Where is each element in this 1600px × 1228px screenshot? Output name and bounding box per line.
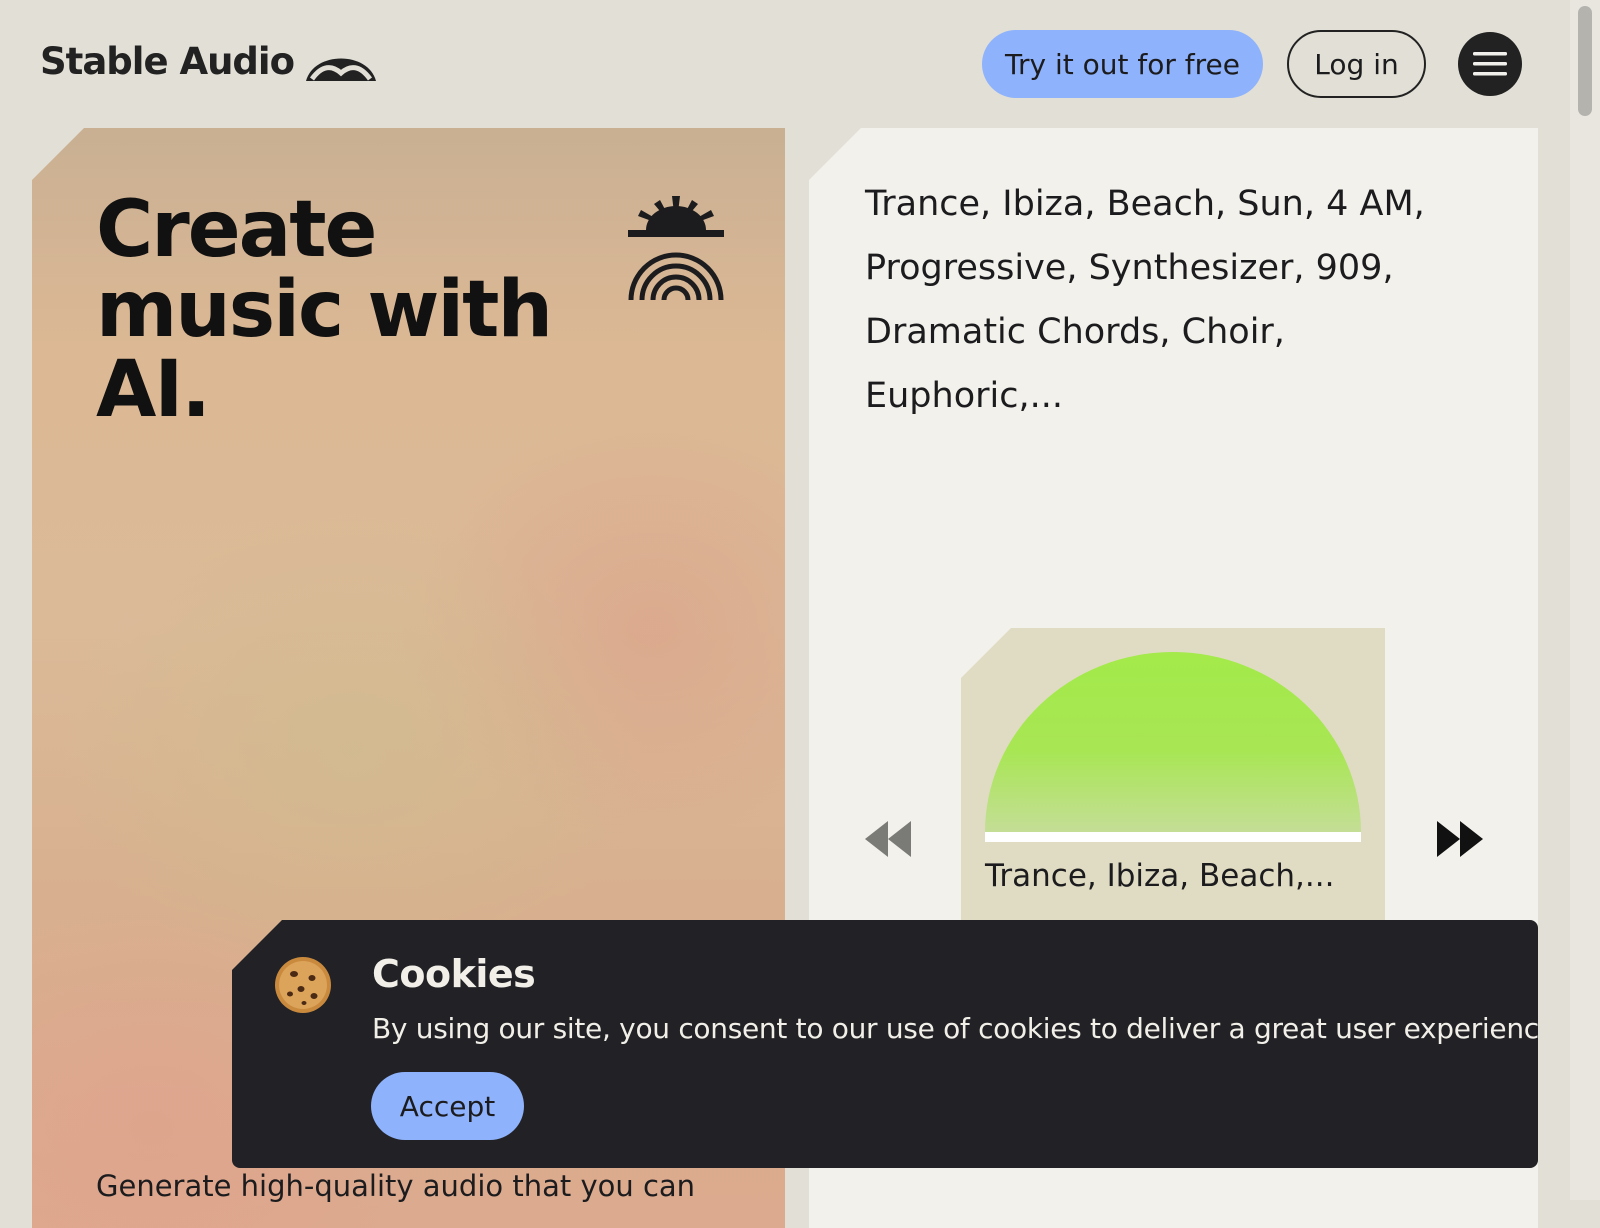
track-progress-bar[interactable]	[985, 832, 1361, 842]
try-free-button[interactable]: Try it out for free	[982, 30, 1263, 98]
hero-subtitle: Generate high-quality audio that you can	[96, 1169, 696, 1203]
rewind-icon	[865, 821, 911, 857]
cookie-text: By using our site, you consent to our us…	[372, 1012, 1565, 1045]
cookie-title: Cookies	[372, 952, 536, 996]
logo[interactable]: Stable Audio	[40, 40, 378, 83]
menu-button[interactable]	[1458, 32, 1522, 96]
cookie-icon	[275, 957, 331, 1013]
login-button[interactable]: Log in	[1287, 30, 1426, 98]
scrollbar-thumb[interactable]	[1578, 6, 1592, 116]
scrollbar[interactable]	[1570, 0, 1600, 1200]
site-header: Stable Audio Try it out for free Log in	[0, 0, 1570, 128]
accept-cookies-button[interactable]: Accept	[371, 1072, 524, 1140]
logo-mark-icon	[306, 58, 377, 81]
previous-track-button[interactable]	[865, 821, 911, 857]
fast-forward-icon	[1437, 821, 1483, 857]
sun-rainbow-icon	[628, 196, 724, 300]
prompt-text: Trance, Ibiza, Beach, Sun, 4 AM, Progres…	[865, 184, 1425, 416]
track-title: Trance, Ibiza, Beach,...	[985, 858, 1335, 894]
hamburger-menu-icon	[1473, 52, 1507, 76]
cookie-banner: Cookies By using our site, you consent t…	[232, 920, 1538, 1168]
next-track-button[interactable]	[1437, 821, 1483, 857]
track-artwork	[985, 652, 1361, 832]
logo-text: Stable Audio	[40, 40, 295, 83]
hero-title: Create music with AI.	[96, 185, 553, 435]
